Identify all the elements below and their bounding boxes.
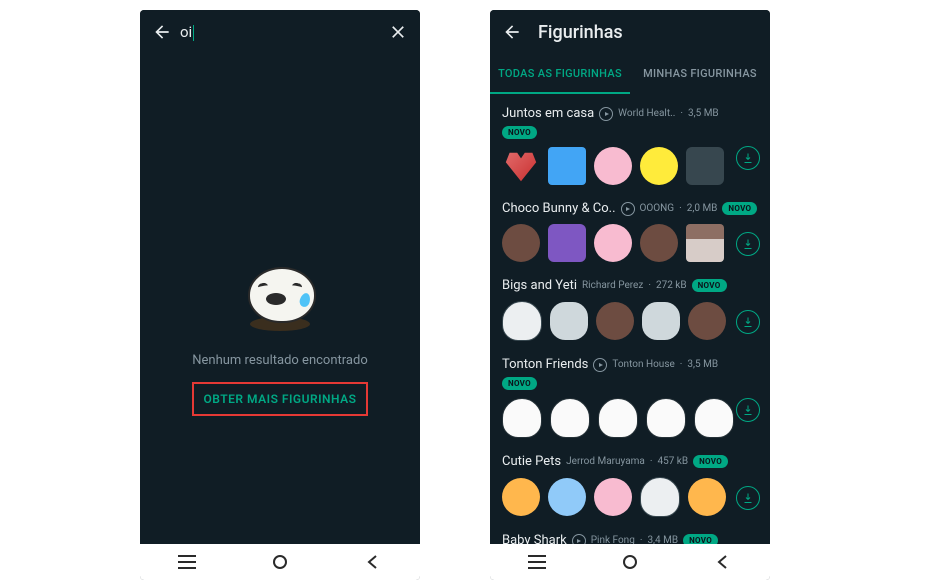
pack-size: 3,5 MB: [687, 359, 718, 370]
pack-size: 457 kB: [657, 456, 688, 467]
close-icon[interactable]: [384, 18, 412, 46]
sticker-previews: [502, 477, 758, 517]
sticker-preview: [686, 147, 724, 185]
animated-icon: [572, 534, 586, 545]
store-topbar: Figurinhas: [490, 10, 770, 54]
new-badge: NOVO: [683, 534, 718, 544]
pack-size: 3,4 MB: [647, 535, 678, 544]
sticker-preview: [502, 301, 542, 341]
animated-icon: [593, 358, 607, 372]
sticker-preview: [594, 478, 632, 516]
sticker-preview: [642, 302, 680, 340]
sticker-preview: [598, 398, 638, 438]
get-more-stickers-button[interactable]: OBTER MAIS FIGURINHAS: [192, 382, 369, 416]
no-results-text: Nenhum resultado encontrado: [192, 353, 368, 368]
android-navbar: [140, 544, 420, 580]
sticker-preview: [548, 224, 586, 262]
download-button[interactable]: [736, 232, 760, 256]
sticker-pack[interactable]: Cutie Pets Jerrod Maruyama · 457 kB NOVO: [490, 446, 770, 525]
pack-name: Juntos em casa: [502, 106, 594, 121]
pack-author: OOONG: [640, 203, 675, 214]
search-input[interactable]: oi: [176, 23, 384, 41]
pack-author: World Healt..: [618, 108, 675, 119]
animated-icon: [621, 202, 635, 216]
sticker-preview: [640, 147, 678, 185]
phone-sticker-store: Figurinhas TODAS AS FIGURINHAS MINHAS FI…: [490, 10, 770, 580]
pack-author: Pink Fong: [591, 535, 635, 544]
sticker-preview: [594, 224, 632, 262]
home-button[interactable]: [250, 554, 310, 570]
sticker-previews: [502, 147, 758, 185]
animated-icon: [599, 107, 613, 121]
pack-list[interactable]: Juntos em casa World Healt.. · 3,5 MB NO…: [490, 94, 770, 544]
pack-author: Jerrod Maruyama: [566, 456, 645, 467]
sticker-preview: [640, 477, 680, 517]
pack-size: 2,0 MB: [687, 203, 718, 214]
sticker-preview: [502, 398, 542, 438]
pack-name: Tonton Friends: [502, 357, 588, 372]
sticker-preview: [550, 302, 588, 340]
new-badge: NOVO: [692, 279, 727, 292]
sticker-preview: [550, 398, 590, 438]
sticker-preview: [502, 147, 540, 185]
search-content: Nenhum resultado encontrado OBTER MAIS F…: [140, 54, 420, 544]
new-badge: NOVO: [693, 455, 728, 468]
pack-name: Cutie Pets: [502, 454, 561, 469]
pack-name: Choco Bunny & Co..: [502, 201, 616, 216]
back-button[interactable]: [693, 555, 753, 569]
sticker-preview: [548, 147, 586, 185]
pack-name: Baby Shark: [502, 533, 567, 544]
sticker-pack[interactable]: Bigs and Yeti Richard Perez · 272 kB NOV…: [490, 270, 770, 349]
sticker-preview: [694, 398, 734, 438]
recents-button[interactable]: [157, 555, 217, 569]
download-button[interactable]: [736, 146, 760, 170]
pack-size: 3,5 MB: [688, 108, 719, 119]
sticker-preview: [548, 478, 586, 516]
sticker-preview: [688, 302, 726, 340]
crying-sticker-icon: [244, 263, 316, 335]
new-badge: NOVO: [502, 126, 537, 139]
sticker-previews: [502, 224, 758, 262]
sticker-preview: [640, 224, 678, 262]
sticker-preview: [688, 478, 726, 516]
new-badge: NOVO: [722, 202, 757, 215]
tabs: TODAS AS FIGURINHAS MINHAS FIGURINHAS: [490, 54, 770, 94]
download-button[interactable]: [736, 398, 760, 422]
pack-name: Bigs and Yeti: [502, 278, 577, 293]
sticker-preview: [596, 302, 634, 340]
tab-all-stickers[interactable]: TODAS AS FIGURINHAS: [490, 54, 630, 94]
sticker-preview: [686, 224, 724, 262]
sticker-preview: [646, 398, 686, 438]
sticker-pack[interactable]: Choco Bunny & Co.. OOONG · 2,0 MB NOVO: [490, 193, 770, 270]
sticker-pack[interactable]: Baby Shark Pink Fong · 3,4 MB NOVO: [490, 525, 770, 544]
sticker-previews: [502, 398, 758, 438]
sticker-pack[interactable]: Juntos em casa World Healt.. · 3,5 MB NO…: [490, 98, 770, 193]
sticker-pack[interactable]: Tonton Friends Tonton House · 3,5 MB NOV…: [490, 349, 770, 446]
back-arrow-icon[interactable]: [148, 18, 176, 46]
download-button[interactable]: [736, 310, 760, 334]
sticker-preview: [594, 147, 632, 185]
pack-author: Richard Perez: [582, 280, 643, 291]
pack-size: 272 kB: [656, 280, 687, 291]
phone-search-screen: oi Nenhum resultado encontrado OBTER MAI…: [140, 10, 420, 580]
back-arrow-icon[interactable]: [498, 18, 526, 46]
new-badge: NOVO: [502, 377, 537, 390]
back-button[interactable]: [343, 555, 403, 569]
tab-my-stickers[interactable]: MINHAS FIGURINHAS: [630, 54, 770, 94]
home-button[interactable]: [600, 554, 660, 570]
sticker-preview: [502, 224, 540, 262]
recents-button[interactable]: [507, 555, 567, 569]
sticker-preview: [502, 478, 540, 516]
download-button[interactable]: [736, 486, 760, 510]
sticker-previews: [502, 301, 758, 341]
search-topbar: oi: [140, 10, 420, 54]
android-navbar: [490, 544, 770, 580]
empty-state: Nenhum resultado encontrado OBTER MAIS F…: [140, 54, 420, 544]
page-title: Figurinhas: [526, 22, 762, 43]
pack-author: Tonton House: [612, 359, 674, 370]
